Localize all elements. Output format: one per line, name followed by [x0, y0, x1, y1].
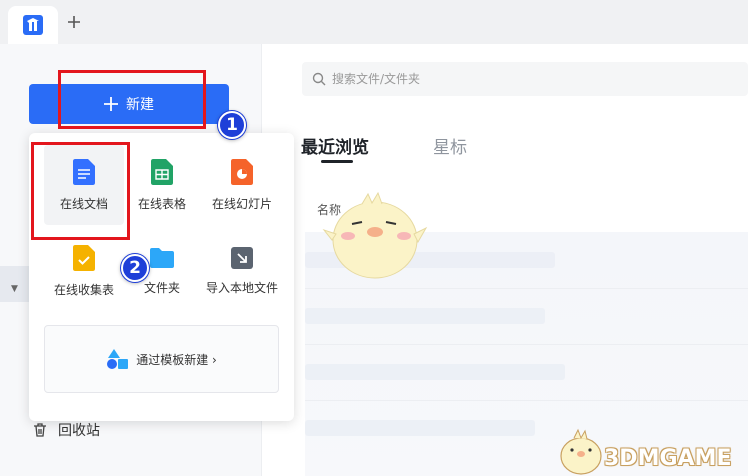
tab-active-underline: [321, 160, 353, 163]
tab-starred[interactable]: 星标: [433, 133, 467, 158]
mascot-chick-icon: [322, 191, 428, 279]
template-label: 通过模板新建 ›: [136, 352, 217, 367]
search-bar[interactable]: [302, 62, 748, 96]
sidebar-item-recycle[interactable]: 回收站: [32, 420, 100, 440]
form-icon: [73, 244, 95, 271]
folder-icon: [150, 247, 174, 268]
sheet-icon: [151, 158, 173, 185]
menu-item-label: 在线表格: [137, 196, 186, 211]
blurred-row: [305, 420, 535, 436]
caret-down-icon[interactable]: ▼: [11, 284, 18, 294]
tab-bar: [0, 0, 748, 44]
menu-item-import-local[interactable]: 导入本地文件: [200, 231, 284, 311]
annotation-box-doc: [31, 142, 130, 240]
menu-item-online-form[interactable]: 在线收集表: [44, 231, 124, 311]
app-logo-icon: [23, 15, 43, 35]
import-icon: [231, 246, 253, 269]
annotation-box-new: [58, 70, 206, 129]
add-tab-icon[interactable]: [64, 12, 84, 32]
trash-icon: [34, 423, 46, 437]
menu-item-label: 在线幻灯片: [211, 196, 272, 211]
blurred-row: [305, 364, 565, 380]
menu-item-label: 在线收集表: [53, 282, 114, 297]
recycle-label: 回收站: [58, 423, 100, 439]
menu-item-online-slides[interactable]: 在线幻灯片: [200, 145, 284, 225]
blurred-row: [305, 308, 545, 324]
template-create-button[interactable]: 通过模板新建 ›: [44, 325, 279, 393]
row-divider: [305, 344, 748, 345]
watermark-text: 3DMGAME: [604, 446, 732, 471]
annotation-number-1: 1: [218, 111, 246, 139]
menu-item-online-sheet[interactable]: 在线表格: [122, 145, 202, 225]
search-icon: [312, 72, 326, 86]
tab-home[interactable]: [8, 6, 58, 44]
search-input[interactable]: [332, 72, 632, 86]
menu-item-label: 文件夹: [143, 280, 180, 295]
tab-recent[interactable]: 最近浏览: [301, 133, 369, 158]
row-divider: [305, 288, 748, 289]
slides-icon: [231, 158, 253, 185]
annotation-number-2: 2: [121, 254, 149, 282]
watermark-chick-icon: [560, 428, 602, 475]
shapes-icon: [107, 349, 129, 369]
menu-item-label: 导入本地文件: [205, 280, 278, 295]
row-divider: [305, 400, 748, 401]
